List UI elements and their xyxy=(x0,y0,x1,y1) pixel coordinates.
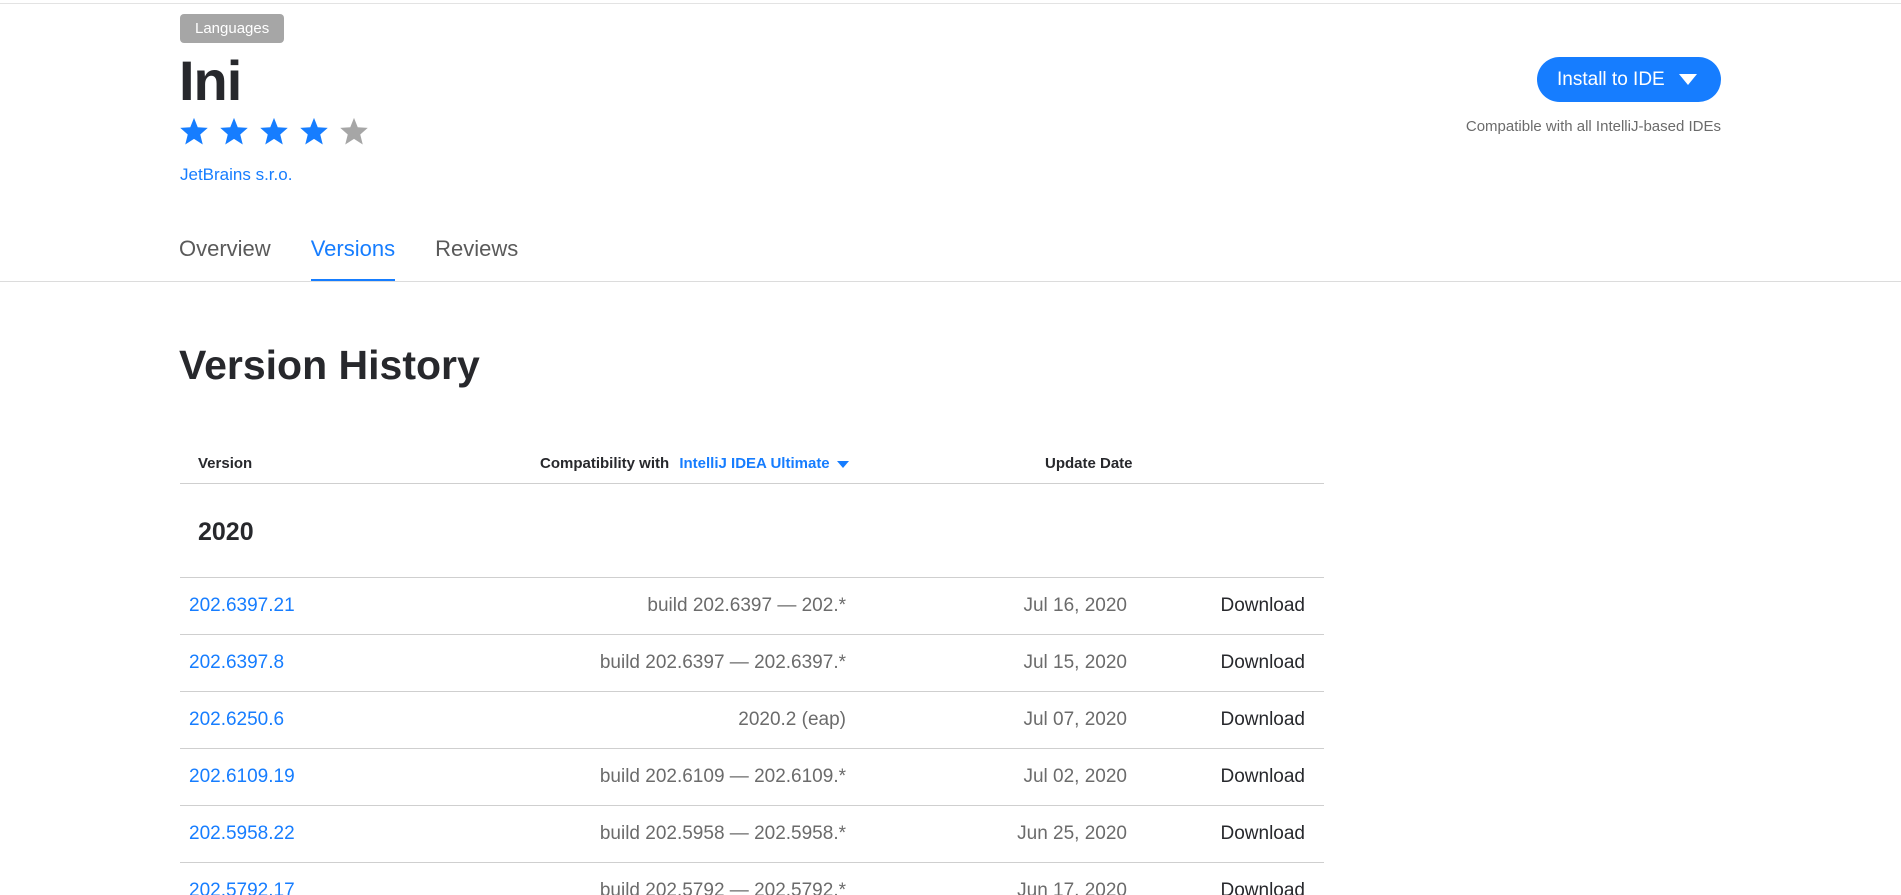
update-date-cell: Jul 15, 2020 xyxy=(1023,652,1127,673)
compatibility-cell: build 202.6397 — 202.6397.* xyxy=(599,652,846,673)
star-empty-icon xyxy=(340,117,368,145)
tab-overview[interactable]: Overview xyxy=(179,236,271,281)
column-header-compatibility: Compatibility with IntelliJ IDEA Ultimat… xyxy=(540,455,849,472)
compatibility-label: Compatibility with xyxy=(540,455,670,472)
install-button-label: Install to IDE xyxy=(1557,68,1665,90)
table-row: 202.5792.17 build 202.5792 — 202.5792.* … xyxy=(180,863,1324,895)
tab-reviews[interactable]: Reviews xyxy=(435,236,518,281)
download-link[interactable]: Download xyxy=(1221,880,1306,895)
chevron-down-icon xyxy=(836,460,849,468)
vendor-link[interactable]: JetBrains s.r.o. xyxy=(180,164,292,186)
download-link[interactable]: Download xyxy=(1221,652,1306,674)
tab-versions[interactable]: Versions xyxy=(310,236,396,281)
table-row: 202.5958.22 build 202.5958 — 202.5958.* … xyxy=(180,806,1324,863)
download-link[interactable]: Download xyxy=(1221,595,1306,617)
download-link[interactable]: Download xyxy=(1221,709,1306,731)
product-select-dropdown[interactable]: IntelliJ IDEA Ultimate xyxy=(679,455,849,472)
star-filled-icon xyxy=(300,117,328,145)
version-link[interactable]: 202.5958.22 xyxy=(189,823,295,845)
column-header-version: Version xyxy=(198,455,253,472)
update-date-cell: Jun 17, 2020 xyxy=(1017,880,1127,895)
star-filled-icon xyxy=(260,117,288,145)
table-row: 202.6397.21 build 202.6397 — 202.* Jul 1… xyxy=(180,578,1324,635)
compatibility-cell: build 202.6109 — 202.6109.* xyxy=(599,766,846,787)
compatibility-cell: build 202.5792 — 202.5792.* xyxy=(599,880,846,895)
product-select-value: IntelliJ IDEA Ultimate xyxy=(679,455,830,472)
plugin-tabs: Overview Versions Reviews xyxy=(179,236,558,281)
compatibility-note: Compatible with all IntelliJ-based IDEs xyxy=(1465,118,1721,135)
update-date-cell: Jul 07, 2020 xyxy=(1023,709,1127,730)
plugin-page: Languages Ini JetBrains s.r.o. Install t… xyxy=(0,0,1901,895)
version-link[interactable]: 202.6109.19 xyxy=(189,766,295,788)
download-link[interactable]: Download xyxy=(1221,766,1306,788)
chevron-down-icon xyxy=(1679,74,1697,85)
compatibility-cell: build 202.5958 — 202.5958.* xyxy=(599,823,846,844)
download-link[interactable]: Download xyxy=(1221,823,1306,845)
rating-stars xyxy=(179,116,369,146)
compatibility-cell: build 202.6397 — 202.* xyxy=(647,595,846,616)
version-link[interactable]: 202.5792.17 xyxy=(189,880,295,895)
update-date-cell: Jul 16, 2020 xyxy=(1023,595,1127,616)
table-header: Version Compatibility with IntelliJ IDEA… xyxy=(180,445,1324,484)
star-filled-icon xyxy=(220,117,248,145)
plugin-header: Languages Ini JetBrains s.r.o. Install t… xyxy=(0,0,1901,282)
year-label: 2020 xyxy=(198,518,254,546)
table-row: 202.6397.8 build 202.6397 — 202.6397.* J… xyxy=(180,635,1324,692)
table-row: 202.6250.6 2020.2 (eap) Jul 07, 2020 Dow… xyxy=(180,692,1324,749)
category-badge[interactable]: Languages xyxy=(180,14,285,43)
update-date-cell: Jul 02, 2020 xyxy=(1023,766,1127,787)
version-link[interactable]: 202.6250.6 xyxy=(189,709,284,731)
update-date-cell: Jun 25, 2020 xyxy=(1017,823,1127,844)
year-group-row: 2020 xyxy=(180,484,1324,578)
section-title: Version History xyxy=(179,342,480,388)
version-link[interactable]: 202.6397.21 xyxy=(189,595,295,617)
install-to-ide-button[interactable]: Install to IDE xyxy=(1537,57,1721,102)
compatibility-cell: 2020.2 (eap) xyxy=(738,709,846,730)
star-filled-icon xyxy=(180,117,208,145)
plugin-title: Ini xyxy=(179,49,242,112)
versions-table: Version Compatibility with IntelliJ IDEA… xyxy=(180,445,1324,895)
version-link[interactable]: 202.6397.8 xyxy=(189,652,284,674)
table-row: 202.6109.19 build 202.6109 — 202.6109.* … xyxy=(180,749,1324,806)
column-header-update-date: Update Date xyxy=(1045,455,1133,472)
